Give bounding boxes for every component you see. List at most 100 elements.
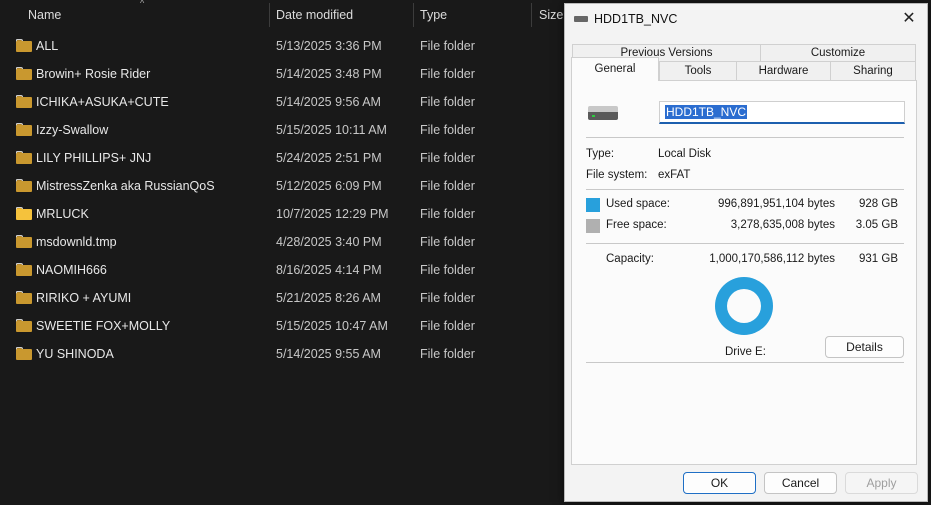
file-name: Browin+ Rosie Rider [36,67,151,81]
file-date: 5/14/2025 9:55 AM [276,347,381,361]
file-date: 8/16/2025 4:14 PM [276,263,382,277]
file-name: ICHIKA+ASUKA+CUTE [36,95,169,109]
tab-general[interactable]: General [571,57,659,81]
column-header-size[interactable]: Size [533,0,563,30]
drive-properties-dialog: HDD1TB_NVC ✕ Previous Versions Customize… [564,3,928,502]
column-header-type[interactable]: Type [414,0,531,30]
file-type: File folder [420,67,475,81]
folder-icon [16,123,32,136]
title-bar[interactable]: HDD1TB_NVC ✕ [565,4,927,34]
close-icon: ✕ [902,10,916,27]
file-type: File folder [420,319,475,333]
type-label: Type: [586,148,615,160]
folder-icon [16,347,32,360]
folder-icon [16,95,32,108]
file-type: File folder [420,235,475,249]
file-row[interactable]: MRLUCK 10/7/2025 12:29 PM File folder [0,200,560,228]
file-type: File folder [420,151,475,165]
file-name: ALL [36,39,59,53]
file-date: 5/15/2025 10:11 AM [276,123,387,137]
free-space-bytes: 3,278,635,008 bytes [730,219,835,231]
ok-button[interactable]: OK [683,472,756,494]
apply-button[interactable]: Apply [845,472,918,494]
file-type: File folder [420,291,475,305]
file-date: 5/24/2025 2:51 PM [276,151,382,165]
folder-icon [16,67,32,80]
type-value: Local Disk [658,148,712,160]
used-space-size: 928 GB [859,198,898,210]
file-name: MRLUCK [36,207,89,221]
divider [586,362,904,363]
tab-customize[interactable]: Customize [760,44,916,62]
used-space-label: Used space: [606,198,670,210]
drive-letter-label: Drive E: [725,346,766,358]
general-tab-panel: HDD1TB_NVC Type: Local Disk File system:… [571,80,917,465]
disk-usage-donut-chart [715,277,773,335]
file-row[interactable]: RIRIKO + AYUMI 5/21/2025 8:26 AM File fo… [0,284,560,312]
used-space-bytes: 996,891,951,104 bytes [717,198,835,210]
file-system-label: File system: [586,169,648,181]
file-name: RIRIKO + AYUMI [36,291,132,305]
close-button[interactable]: ✕ [895,7,923,31]
file-type: File folder [420,123,475,137]
details-button[interactable]: Details [825,336,904,358]
file-system-value: exFAT [658,169,691,181]
file-row[interactable]: LILY PHILLIPS+ JNJ 5/24/2025 2:51 PM Fil… [0,144,560,172]
file-date: 5/14/2025 9:56 AM [276,95,381,109]
folder-icon [16,151,32,164]
free-space-swatch [586,219,600,233]
drive-name-input[interactable]: HDD1TB_NVC [659,101,905,124]
file-name: LILY PHILLIPS+ JNJ [36,151,152,165]
file-type: File folder [420,39,475,53]
folder-icon [16,319,32,332]
file-row[interactable]: MistressZenka aka RussianQoS 5/12/2025 6… [0,172,560,200]
file-row[interactable]: YU SHINODA 5/14/2025 9:55 AM File folder [0,340,560,368]
file-date: 5/12/2025 6:09 PM [276,179,382,193]
free-space-label: Free space: [606,219,667,231]
tab-sharing[interactable]: Sharing [830,61,916,81]
column-divider[interactable] [531,3,532,27]
file-name: NAOMIH666 [36,263,107,277]
file-date: 4/28/2025 3:40 PM [276,235,382,249]
file-row[interactable]: ALL 5/13/2025 3:36 PM File folder [0,32,560,60]
hard-drive-icon [588,106,618,120]
file-row[interactable]: NAOMIH666 8/16/2025 4:14 PM File folder [0,256,560,284]
file-name: Izzy-Swallow [36,123,109,137]
free-space-size: 3.05 GB [855,219,898,231]
file-list: ALL 5/13/2025 3:36 PM File folder Browin… [0,32,560,368]
file-date: 5/14/2025 3:48 PM [276,67,382,81]
folder-icon [16,291,32,304]
tab-hardware[interactable]: Hardware [736,61,831,81]
file-date: 5/15/2025 10:47 AM [276,319,388,333]
file-row[interactable]: ICHIKA+ASUKA+CUTE 5/14/2025 9:56 AM File… [0,88,560,116]
column-header-date-modified[interactable]: Date modified [270,0,413,30]
file-date: 5/21/2025 8:26 AM [276,291,381,305]
divider [586,189,904,190]
capacity-size: 931 GB [859,253,898,265]
dialog-title: HDD1TB_NVC [594,12,678,26]
folder-icon [16,235,32,248]
capacity-label: Capacity: [606,253,654,265]
file-type: File folder [420,95,475,109]
divider [586,137,904,138]
file-row[interactable]: Izzy-Swallow 5/15/2025 10:11 AM File fol… [0,116,560,144]
folder-icon [16,179,32,192]
file-type: File folder [420,263,475,277]
file-row[interactable]: msdownld.tmp 4/28/2025 3:40 PM File fold… [0,228,560,256]
file-type: File folder [420,179,475,193]
file-date: 5/13/2025 3:36 PM [276,39,382,53]
file-name: SWEETIE FOX+MOLLY [36,319,171,333]
drive-icon [574,16,588,22]
cancel-button[interactable]: Cancel [764,472,837,494]
file-name: MistressZenka aka RussianQoS [36,179,215,193]
folder-icon [16,263,32,276]
file-row[interactable]: Browin+ Rosie Rider 5/14/2025 3:48 PM Fi… [0,60,560,88]
tab-row-bottom: General Tools Hardware Sharing [571,57,916,81]
capacity-bytes: 1,000,170,586,112 bytes [709,253,835,265]
drive-name-selected-text: HDD1TB_NVC [665,105,748,119]
file-name: YU SHINODA [36,347,114,361]
file-row[interactable]: SWEETIE FOX+MOLLY 5/15/2025 10:47 AM Fil… [0,312,560,340]
tab-tools[interactable]: Tools [659,61,737,81]
folder-icon [16,39,32,52]
column-header-name[interactable]: Name [22,0,269,30]
